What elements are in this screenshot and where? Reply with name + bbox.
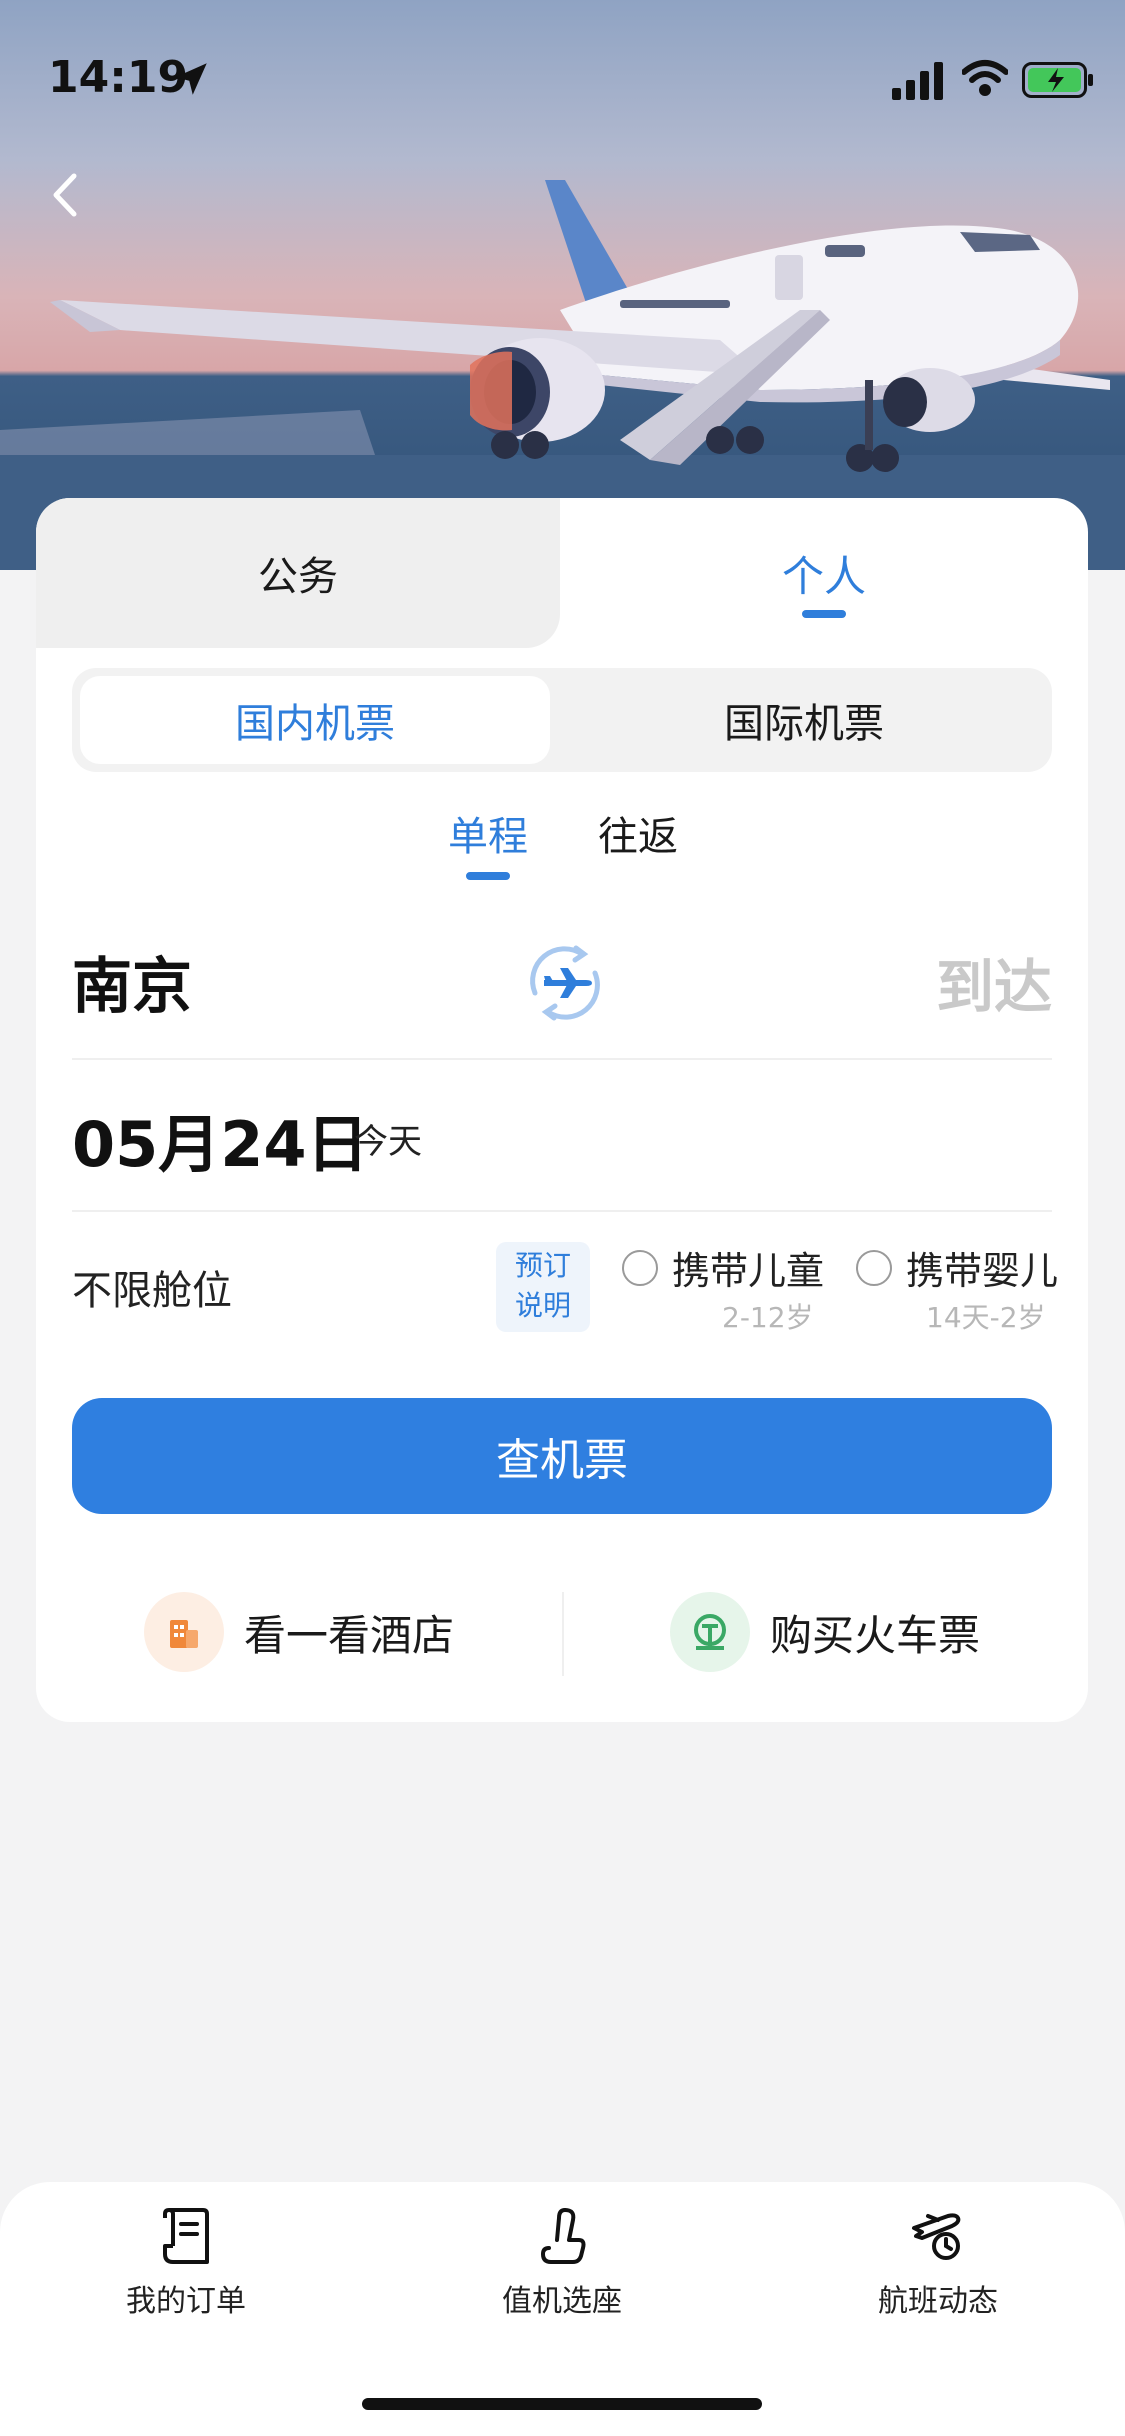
train-link-label: 购买火车票 [770, 1610, 981, 1660]
seat-icon [541, 2208, 586, 2264]
location-arrow-icon [175, 63, 207, 95]
hotel-icon [144, 1592, 224, 1672]
tab-business[interactable]: 公务 [36, 498, 560, 648]
booking-rules-line1: 预订 [514, 1249, 571, 1282]
tab-international[interactable]: 国际机票 [564, 676, 1044, 764]
divider [562, 1592, 564, 1676]
train-link[interactable]: 购买火车票 [670, 1592, 980, 1672]
with-child-checkbox[interactable]: 携带儿童 [622, 1240, 824, 1295]
status-bar: 14:19 [0, 0, 1125, 150]
divider [72, 1210, 1052, 1212]
nav-flight-status-label: 航班动态 [878, 2284, 998, 2319]
tab-one-way[interactable]: 单程 [448, 804, 528, 862]
date-day-label: 今天 [354, 1122, 422, 1162]
departure-date[interactable]: 05月24日 [72, 1094, 369, 1184]
order-icon [163, 2207, 209, 2264]
home-indicator [362, 2398, 762, 2410]
swap-plane-icon[interactable] [520, 938, 610, 1028]
divider [72, 1058, 1052, 1060]
arrival-city[interactable]: 到达 [936, 940, 1052, 1024]
tab-one-way-indicator [466, 872, 510, 880]
with-infant-label: 携带婴儿 [906, 1249, 1059, 1293]
nav-checkin-seat[interactable]: 值机选座 [462, 2206, 662, 2320]
nav-flight-status[interactable]: 航班动态 [838, 2206, 1038, 2320]
radio-icon [622, 1249, 658, 1286]
nav-checkin-seat-label: 值机选座 [502, 2284, 622, 2319]
booking-rules-line2: 说明 [514, 1289, 571, 1322]
hotel-link-label: 看一看酒店 [244, 1610, 455, 1660]
flight-status-icon [912, 2213, 961, 2260]
bottom-nav: 我的订单 值机选座 航班动态 [0, 2182, 1125, 2436]
status-time: 14:19 [48, 52, 189, 103]
child-age-range: 2-12岁 [722, 1301, 814, 1334]
train-icon [670, 1592, 750, 1672]
departure-city[interactable]: 南京 [72, 938, 192, 1025]
nav-my-orders[interactable]: 我的订单 [86, 2206, 286, 2320]
with-child-label: 携带儿童 [672, 1249, 825, 1293]
back-arrow-icon[interactable] [40, 162, 90, 228]
booking-rules-button[interactable]: 预订 说明 [496, 1242, 590, 1332]
booking-card: 公务 个人 国内机票 国际机票 单程 往返 南京 到达 05月24日 今天 不限… [36, 498, 1088, 1722]
tab-domestic[interactable]: 国内机票 [80, 676, 550, 764]
search-flights-button[interactable]: 查机票 [72, 1398, 1052, 1514]
tab-personal-indicator [802, 610, 846, 618]
ticket-type-switch: 国内机票 国际机票 [72, 668, 1052, 772]
tab-round-trip[interactable]: 往返 [598, 804, 678, 862]
nav-my-orders-label: 我的订单 [126, 2284, 246, 2319]
infant-age-range: 14天-2岁 [926, 1301, 1046, 1334]
cabin-class-selector[interactable]: 不限舱位 [72, 1258, 232, 1316]
hotel-link[interactable]: 看一看酒店 [144, 1592, 454, 1672]
radio-icon [856, 1249, 892, 1286]
battery-icon [1022, 62, 1093, 98]
hero-banner: 14:19 [0, 0, 1125, 570]
with-infant-checkbox[interactable]: 携带婴儿 [856, 1240, 1058, 1295]
wifi-icon [962, 60, 1008, 96]
tab-personal[interactable]: 个人 [560, 498, 1088, 648]
signal-icon [892, 62, 943, 100]
